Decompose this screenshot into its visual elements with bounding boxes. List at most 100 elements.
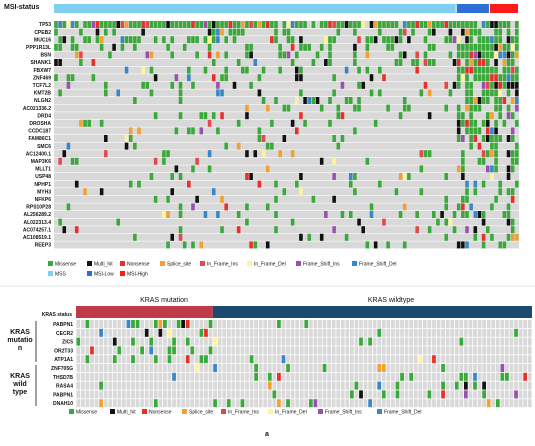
empty-cell (413, 320, 418, 328)
empty-cell (523, 320, 528, 328)
empty-cell (122, 381, 126, 390)
empty-cell (231, 337, 236, 346)
empty-cell (432, 337, 436, 346)
msi-status-label: MSI-status (4, 4, 40, 11)
mutation-cell (245, 173, 249, 180)
mutation-cell (368, 337, 372, 346)
mutation-cell (456, 135, 461, 142)
mutation-cell (357, 218, 361, 226)
empty-cell (422, 381, 427, 390)
mutation-cell (490, 112, 494, 120)
empty-cell (372, 399, 377, 408)
empty-cell (90, 399, 94, 408)
mutation-cell (87, 21, 91, 28)
mutation-cell (70, 36, 75, 44)
mutation-cell (141, 28, 145, 36)
empty-cell (509, 381, 514, 390)
mutation-cell (353, 188, 357, 196)
empty-cell (99, 337, 103, 346)
mutation-cell (407, 104, 411, 112)
empty-cell (222, 320, 227, 328)
mutation-cell (456, 74, 461, 82)
empty-cell (436, 372, 441, 381)
mutation-cell (185, 320, 190, 328)
empty-cell (194, 355, 199, 364)
mutation-cell (378, 28, 382, 36)
mutation-cell (407, 21, 411, 28)
mutation-cell (274, 180, 278, 188)
mutation-cell (510, 81, 515, 89)
mutation-cell (99, 21, 104, 28)
legend-swatch (352, 261, 357, 266)
empty-cell (80, 337, 85, 346)
empty-cell (450, 399, 455, 408)
empty-cell (140, 372, 144, 381)
empty-cell (258, 355, 263, 364)
mutation-cell (444, 233, 449, 241)
mutation-cell (510, 188, 515, 196)
mutation-cell (265, 142, 270, 150)
mutation-cell (481, 36, 486, 44)
empty-cell (473, 346, 477, 355)
mutation-cell (187, 74, 191, 82)
gene-label: MUC16 (34, 37, 51, 43)
empty-cell (523, 328, 528, 337)
empty-cell (217, 381, 222, 390)
mutation-cell (490, 203, 494, 211)
mutation-cell (178, 112, 183, 120)
mutation-cell (515, 28, 519, 36)
mutation-cell (137, 127, 141, 135)
mutation-cell (498, 28, 502, 36)
mutation-cell (203, 66, 208, 74)
empty-cell (194, 372, 199, 381)
empty-cell (491, 355, 496, 364)
empty-cell (459, 328, 464, 337)
mutation-cell (473, 59, 478, 66)
mutation-cell (170, 188, 175, 196)
empty-cell (327, 337, 331, 346)
empty-cell (176, 399, 181, 408)
empty-cell (486, 328, 491, 337)
empty-cell (126, 399, 131, 408)
empty-cell (126, 364, 131, 372)
mutation-cell (469, 135, 473, 142)
empty-cell (181, 381, 186, 390)
mutation-cell (62, 36, 67, 44)
gene-label: MYH3 (37, 189, 51, 195)
mutation-cell (448, 28, 453, 36)
empty-cell (395, 399, 400, 408)
mutation-cell (282, 135, 287, 142)
row-group-label: type (13, 389, 28, 396)
mutation-cell (456, 21, 461, 28)
mutation-cell (502, 97, 507, 104)
empty-cell (263, 328, 268, 337)
mutation-cell (270, 21, 274, 28)
mutation-cell (170, 21, 175, 28)
legend-label: Splice_site (189, 410, 213, 416)
empty-cell (404, 399, 409, 408)
mutation-cell (58, 218, 62, 226)
mutation-cell (502, 74, 507, 82)
empty-cell (135, 364, 140, 372)
empty-cell (368, 381, 372, 390)
empty-cell (94, 320, 99, 328)
empty-cell (422, 364, 427, 372)
mutation-cell (286, 28, 291, 36)
mutation-cell (116, 218, 121, 226)
mutation-cell (427, 150, 432, 158)
mutation-cell (178, 173, 183, 180)
empty-cell (468, 372, 473, 381)
mutation-cell (295, 127, 299, 135)
mutation-cell (506, 51, 511, 59)
gene-label: AC108519.1 (23, 235, 51, 241)
mutation-cell (207, 36, 212, 44)
empty-cell (222, 364, 227, 372)
mutation-cell (104, 21, 108, 28)
empty-cell (163, 372, 167, 381)
empty-cell (103, 320, 108, 328)
empty-cell (308, 337, 313, 346)
empty-cell (318, 372, 322, 381)
empty-cell (450, 355, 455, 364)
empty-cell (231, 320, 236, 328)
mutation-cell (277, 320, 281, 328)
